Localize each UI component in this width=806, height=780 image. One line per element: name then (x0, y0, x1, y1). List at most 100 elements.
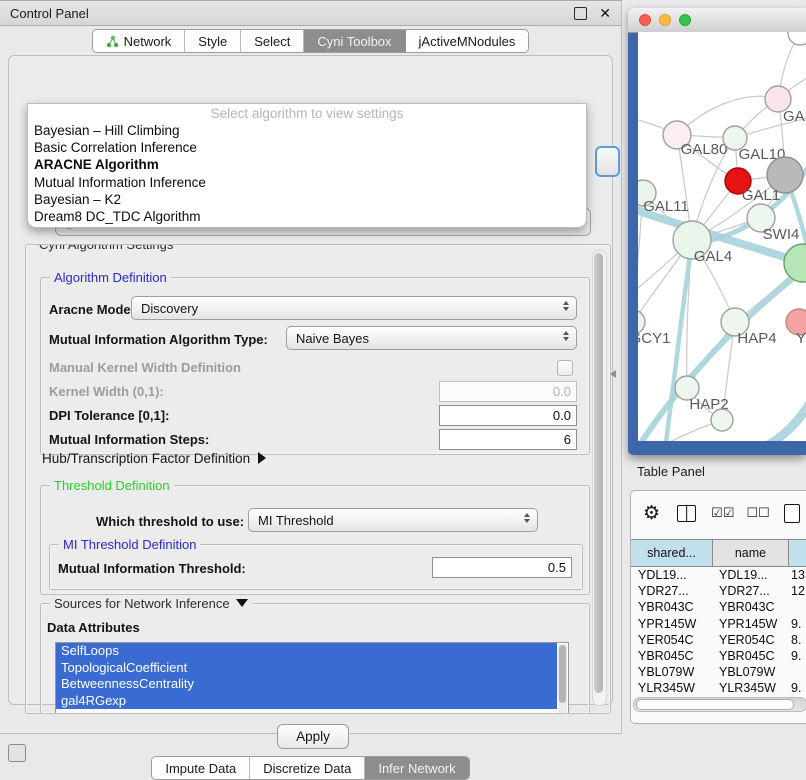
float-panel-icon[interactable] (574, 7, 587, 20)
table-hscrollbar[interactable] (633, 697, 806, 712)
close-button[interactable] (639, 14, 651, 26)
select-all-checks-icon[interactable]: ☑☑ (711, 505, 734, 521)
table-cell: YBR045C (638, 648, 710, 664)
attribute-item[interactable]: TopologicalCoefficient (56, 660, 557, 677)
sources-group-title[interactable]: Sources for Network Inference (50, 596, 252, 611)
table-panel: ⚙ ☑☑ ☐☐ shared... name A YDL19...YDL19..… (630, 490, 806, 724)
collapse-down-icon (236, 599, 248, 607)
node-label: GAL1 (742, 187, 780, 204)
network-window-titlebar (628, 8, 806, 33)
network-view-window[interactable]: GALGAL80GAL10GAL1GAL11SWI4GAL4GCY1HAP4YH… (628, 8, 806, 455)
table-cell: 9. (791, 680, 806, 696)
table-body: YDL19...YDL19...13YDR27...YDR27...12YBR0… (631, 567, 806, 713)
document-icon[interactable] (784, 504, 800, 523)
scrollbar-thumb[interactable] (594, 253, 603, 693)
table-row[interactable]: YLR345WYLR345W9. (631, 680, 806, 696)
data-attributes-list[interactable]: SelfLoopsTopologicalCoefficientBetweenne… (55, 642, 569, 714)
kernel-width-label: Kernel Width (0,1): (49, 384, 164, 399)
attribute-item[interactable]: BetweennessCentrality (56, 676, 557, 693)
table-row[interactable]: YBR045CYBR045C9. (631, 648, 806, 664)
close-panel-icon[interactable]: ✕ (599, 8, 611, 19)
tab-select[interactable]: Select (241, 30, 304, 52)
aracne-mode-label: Aracne Mode: (49, 302, 135, 317)
settings-group-title: Cyni Algorithm Settings (35, 244, 177, 252)
table-toolbar: ⚙ ☑☑ ☐☐ (631, 491, 806, 535)
tab-impute-data[interactable]: Impute Data (152, 757, 250, 779)
network-node[interactable] (788, 32, 806, 45)
network-canvas[interactable]: GALGAL80GAL10GAL1GAL11SWI4GAL4GCY1HAP4YH… (638, 32, 806, 441)
hub-definition-toggle[interactable]: Hub/Transcription Factor Definition (42, 451, 266, 466)
table-cell: 13 (791, 567, 806, 583)
table-cell: YER054C (719, 632, 787, 648)
table-row[interactable]: YDR27...YDR27...12 (631, 583, 806, 599)
docked-panel-icon[interactable] (8, 744, 26, 762)
control-panel-window: Control Panel ✕ Network Style Select Cyn… (0, 0, 622, 734)
attribute-item[interactable]: gal4RGexp (56, 693, 557, 710)
table-row[interactable]: YBR043CYBR043C (631, 599, 806, 615)
algorithm-option[interactable]: Basic Correlation Inference (28, 139, 586, 156)
network-graph[interactable]: GALGAL80GAL10GAL1GAL11SWI4GAL4GCY1HAP4YH… (638, 32, 806, 441)
attribute-item[interactable]: SelfLoops (56, 643, 557, 660)
mi-algorithm-type-combo[interactable]: Naive Bayes (286, 326, 577, 350)
tab-network[interactable]: Network (93, 30, 186, 52)
node-label: SWI4 (763, 226, 800, 243)
column-header-shared[interactable]: shared... (631, 540, 713, 566)
table-row[interactable]: YER054CYER054C8. (631, 632, 806, 648)
algorithm-option[interactable]: Bayesian – K2 (28, 191, 586, 208)
column-header-partial[interactable]: A (789, 540, 806, 566)
algorithm-option[interactable]: Bayesian – Hill Climbing (28, 122, 586, 139)
zoom-button[interactable] (679, 14, 691, 26)
network-node[interactable] (711, 409, 733, 431)
table-panel-title: Table Panel (637, 464, 705, 479)
node-label: GAL4 (694, 248, 732, 265)
table-cell: YDL19... (719, 567, 787, 583)
pane-divider-arrow[interactable] (610, 370, 616, 378)
table-cell: YBR045C (719, 648, 787, 664)
tab-infer-network[interactable]: Infer Network (365, 757, 468, 779)
collapse-right-icon (258, 452, 266, 464)
manual-kernel-label: Manual Kernel Width Definition (49, 360, 241, 375)
deselect-all-checks-icon[interactable]: ☐☐ (746, 505, 769, 521)
table-cell: YER054C (638, 632, 710, 648)
list-scrollbar[interactable] (558, 644, 567, 714)
minimize-button[interactable] (659, 14, 671, 26)
node-label: GCY1 (638, 330, 670, 347)
mi-type-label: Mutual Information Algorithm Type: (49, 332, 268, 347)
node-label: GAL11 (643, 198, 689, 215)
table-row[interactable]: YPR145WYPR145W9. (631, 616, 806, 632)
settings-scrollbar[interactable] (592, 250, 607, 706)
tab-cyni-toolbox[interactable]: Cyni Toolbox (304, 30, 405, 52)
dpi-tolerance-field[interactable]: 0.0 (439, 405, 577, 426)
apply-button[interactable]: Apply (277, 724, 349, 749)
algorithm-option[interactable]: Dream8 DC_TDC Algorithm (28, 208, 586, 225)
table-cell: YBR043C (719, 599, 787, 615)
mi-steps-field[interactable]: 6 (439, 429, 577, 450)
table-row[interactable]: YDL19...YDL19...13 (631, 567, 806, 583)
mi-threshold-label: Mutual Information Threshold: (58, 561, 246, 576)
panel-title: Control Panel (10, 6, 574, 21)
network-icon (106, 35, 119, 48)
node-label: HAP4 (737, 330, 776, 347)
tab-network-label: Network (124, 34, 172, 49)
kernel-width-field: 0.0 (439, 381, 577, 402)
algorithm-combo-spinner[interactable] (595, 146, 620, 177)
tab-jactivemnodules[interactable]: jActiveMNodules (406, 30, 529, 52)
sources-group: Sources for Network Inference Data Attri… (40, 603, 590, 714)
table-cell: YLR345W (719, 680, 787, 696)
manual-kernel-checkbox[interactable] (557, 360, 573, 376)
columns-icon[interactable] (677, 505, 696, 522)
which-threshold-combo[interactable]: MI Threshold (248, 508, 538, 532)
network-node[interactable] (784, 244, 806, 282)
gear-icon[interactable]: ⚙ (643, 502, 660, 525)
mi-threshold-field[interactable]: 0.5 (432, 557, 572, 578)
algorithm-option[interactable]: Mutual Information Inference (28, 174, 586, 191)
table-row[interactable]: YBL079W YBL079W (631, 664, 806, 680)
aracne-mode-combo[interactable]: Discovery (131, 296, 577, 320)
tab-style[interactable]: Style (185, 30, 241, 52)
table-cell: YBL079W (719, 664, 787, 680)
table-cell: YBL079W (638, 664, 710, 680)
tab-discretize-data[interactable]: Discretize Data (250, 757, 365, 779)
algorithm-option-highlighted[interactable]: ARACNE Algorithm (28, 156, 586, 173)
node-table: shared... name A YDL19...YDL19...13YDR27… (631, 539, 806, 713)
column-header-name[interactable]: name (713, 540, 789, 566)
